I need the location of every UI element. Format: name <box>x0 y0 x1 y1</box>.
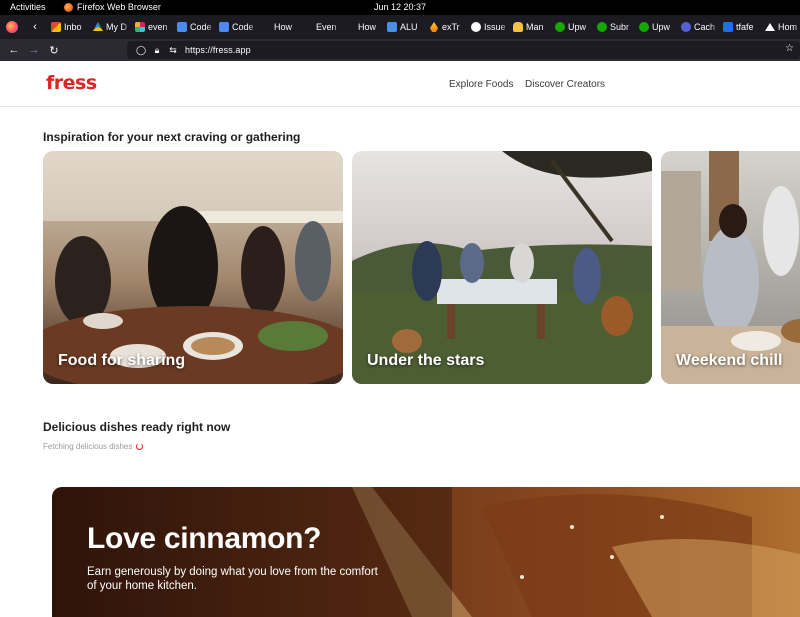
tab-label: My D <box>106 22 127 32</box>
os-top-bar: Activities Firefox Web Browser Jun 12 20… <box>0 0 800 15</box>
card-photo <box>661 151 800 384</box>
inspiration-card-food-for-sharing[interactable]: Food for sharing <box>43 151 343 384</box>
tab[interactable]: Code <box>174 15 216 39</box>
spinner-icon <box>136 443 144 450</box>
inspiration-card-under-the-stars[interactable]: Under the stars <box>352 151 652 384</box>
upwork-icon <box>639 22 649 32</box>
promo-banner[interactable]: Love cinnamon? Earn generously by doing … <box>52 487 800 617</box>
pen-icon <box>261 22 271 32</box>
site-header: fress Explore Foods Discover Creators <box>0 61 800 107</box>
tab[interactable]: Inbo <box>48 15 90 39</box>
tab-label: Code <box>190 22 212 32</box>
alu-icon <box>387 22 397 32</box>
tab[interactable]: Man <box>510 15 552 39</box>
tab[interactable]: Hom <box>762 15 800 39</box>
tab-label: Even <box>316 22 337 32</box>
card-photo <box>352 151 652 384</box>
firefox-view-icon[interactable] <box>6 21 18 33</box>
docs-icon <box>219 22 229 32</box>
loading-indicator: Fetching delicious dishes <box>43 442 144 451</box>
url-text[interactable]: https://fress.app <box>185 45 251 55</box>
tab-label: Subr <box>610 22 630 32</box>
tab-strip: Inbo My D even Code Code How Even How AL… <box>48 15 800 39</box>
tab[interactable]: Subr <box>594 15 636 39</box>
tab-label: tfafe <box>736 22 754 32</box>
home-icon <box>765 23 775 31</box>
tab[interactable]: exTr <box>426 15 468 39</box>
tab-label: Code <box>232 22 254 32</box>
card-title: Weekend chill <box>676 352 783 369</box>
cache-icon <box>681 22 691 32</box>
lock-icon[interactable]: 🔒︎ <box>149 45 165 56</box>
tab-label: How <box>358 22 377 32</box>
slack-icon <box>135 22 145 32</box>
drive-icon <box>93 22 103 31</box>
tf-icon <box>723 22 733 32</box>
dishes-heading: Delicious dishes ready right now <box>43 420 231 434</box>
tab-label: Upw <box>652 22 671 32</box>
docs-icon <box>177 22 187 32</box>
card-title: Under the stars <box>367 352 485 369</box>
tab[interactable]: How <box>342 15 384 39</box>
permissions-icon[interactable]: ⇆ <box>165 45 181 56</box>
clock[interactable]: Jun 12 20:37 <box>0 2 800 12</box>
tab-label: exTr <box>442 22 460 32</box>
tab[interactable]: ALU <box>384 15 426 39</box>
upwork-icon <box>555 22 565 32</box>
tab[interactable]: Cach <box>678 15 720 39</box>
tab[interactable]: even <box>132 15 174 39</box>
inspiration-card-weekend-chill[interactable]: Weekend chill <box>661 151 800 384</box>
tab-label: Hom <box>778 22 798 32</box>
tab-label: Man <box>526 22 544 32</box>
gmail-icon <box>51 22 61 32</box>
card-photo <box>43 151 343 384</box>
tab-label: even <box>148 22 168 32</box>
bookmark-star-icon[interactable]: ☆ <box>785 43 794 54</box>
pen-icon <box>303 22 313 32</box>
back-arrow-icon[interactable]: ← <box>4 44 24 56</box>
tab-label: How <box>274 22 293 32</box>
chevron-left-icon[interactable]: ‹ <box>28 21 42 33</box>
hand-icon <box>513 22 523 32</box>
shield-icon[interactable]: ◯ <box>133 45 149 56</box>
tab-label: Inbo <box>64 22 82 32</box>
address-bar[interactable]: ◯ 🔒︎ ⇆ https://fress.app ☆ <box>127 41 800 59</box>
upwork-icon <box>597 22 607 32</box>
tab[interactable]: How <box>258 15 300 39</box>
inspiration-heading: Inspiration for your next craving or gat… <box>43 130 301 144</box>
nav-explore-foods[interactable]: Explore Foods <box>449 79 513 90</box>
tab-label: Issue <box>484 22 506 32</box>
tab-bar: ‹ Inbo My D even Code Code How Even How … <box>0 15 800 39</box>
tab[interactable]: My D <box>90 15 132 39</box>
tab[interactable]: Upw <box>636 15 678 39</box>
promo-text: Earn generously by doing what you love f… <box>87 566 378 592</box>
tab[interactable]: Upw <box>552 15 594 39</box>
firebase-icon <box>430 22 438 32</box>
site-logo[interactable]: fress <box>46 72 97 94</box>
tab[interactable]: Code <box>216 15 258 39</box>
github-icon <box>471 22 481 32</box>
navigation-toolbar: ← → ↻ ◯ 🔒︎ ⇆ https://fress.app ☆ <box>0 39 800 61</box>
tab-label: ALU <box>400 22 418 32</box>
promo-title: Love cinnamon? <box>87 522 322 555</box>
tab-label: Cach <box>694 22 716 32</box>
tab[interactable]: Even <box>300 15 342 39</box>
loading-text: Fetching delicious dishes <box>43 442 133 451</box>
forward-arrow-icon[interactable]: → <box>24 44 44 56</box>
nav-discover-creators[interactable]: Discover Creators <box>525 79 605 90</box>
reload-icon[interactable]: ↻ <box>44 44 64 57</box>
tab-label: Upw <box>568 22 587 32</box>
card-title: Food for sharing <box>58 352 186 369</box>
tab[interactable]: Issue <box>468 15 510 39</box>
tab[interactable]: tfafe <box>720 15 762 39</box>
pen-icon <box>345 22 355 32</box>
